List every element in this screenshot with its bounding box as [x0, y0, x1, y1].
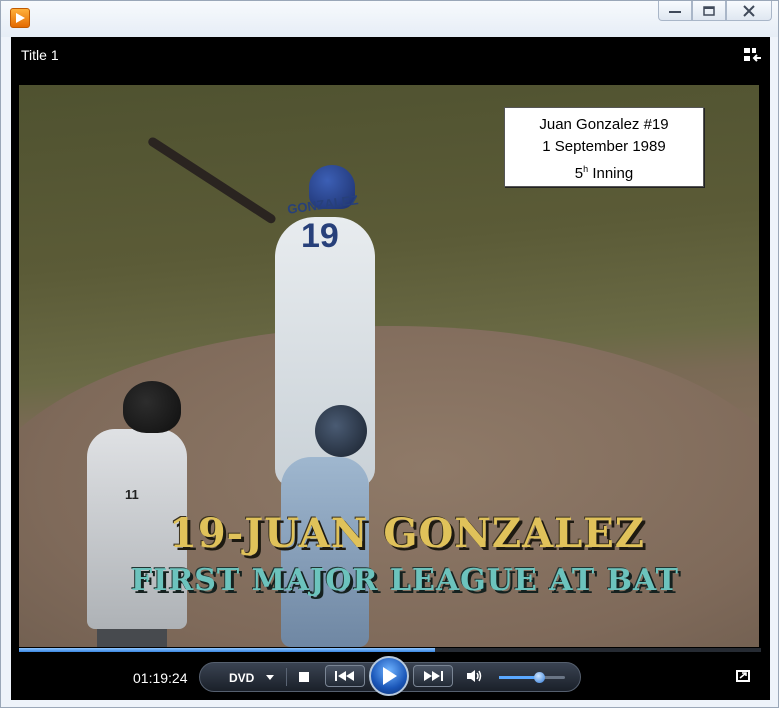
- jersey-number: 19: [301, 217, 339, 255]
- caption-subtitle: FIRST MAJOR LEAGUE AT BAT: [131, 563, 679, 598]
- expand-icon: [739, 672, 747, 679]
- minimize-icon: [669, 10, 681, 13]
- next-icon: [424, 671, 443, 681]
- title-bar[interactable]: [1, 1, 778, 37]
- maximize-icon: [703, 5, 715, 16]
- stop-button[interactable]: [299, 672, 309, 682]
- previous-icon: [335, 671, 354, 681]
- overlay-inning-number: 5: [574, 165, 584, 182]
- overlay-date: 1 September 1989: [542, 138, 666, 155]
- maximize-button[interactable]: [692, 1, 726, 21]
- volume-level: [499, 676, 539, 679]
- video-frame[interactable]: GONZALEZ 19 11 Juan Gonzalez #19 1 Septe…: [19, 85, 759, 647]
- volume-slider[interactable]: [499, 672, 565, 683]
- umpire-number: 11: [125, 487, 139, 502]
- play-button[interactable]: [369, 656, 409, 696]
- info-overlay: Juan Gonzalez #19 1 September 1989 5h In…: [504, 107, 704, 187]
- overlay-player: Juan Gonzalez #19: [539, 116, 669, 133]
- next-button[interactable]: [413, 665, 453, 687]
- umpire-mask: [123, 381, 181, 433]
- switch-to-library-button[interactable]: [744, 47, 762, 63]
- overlay-inning: 5h Inning: [505, 158, 703, 185]
- volume-knob[interactable]: [533, 672, 545, 683]
- player-area: Title 1 GONZALEZ 19 11 Juan Gonzalez #19…: [11, 37, 770, 700]
- close-icon: [743, 4, 755, 17]
- divider: [286, 668, 287, 686]
- previous-button[interactable]: [325, 665, 365, 687]
- control-bar: 01:19:24 DVD: [11, 652, 770, 700]
- switch-to-library-view-button[interactable]: [736, 670, 750, 682]
- speaker-icon: [467, 670, 482, 682]
- video-title: Title 1: [21, 47, 59, 63]
- minimize-button[interactable]: [658, 1, 692, 21]
- catcher-helmet: [315, 405, 367, 457]
- caption-name: 19-JUAN GONZALEZ: [169, 510, 645, 557]
- mute-button[interactable]: [466, 669, 484, 688]
- overlay-inning-label: Inning: [588, 165, 634, 182]
- media-player-app-icon[interactable]: [10, 8, 30, 28]
- media-player-window: Title 1 GONZALEZ 19 11 Juan Gonzalez #19…: [0, 0, 779, 708]
- elapsed-time: 01:19:24: [133, 670, 188, 686]
- chevron-down-icon[interactable]: [266, 675, 274, 680]
- dvd-menu-button[interactable]: DVD: [229, 671, 254, 685]
- play-icon: [383, 667, 397, 685]
- close-button[interactable]: [726, 1, 772, 21]
- switch-to-library-icon: [744, 48, 761, 62]
